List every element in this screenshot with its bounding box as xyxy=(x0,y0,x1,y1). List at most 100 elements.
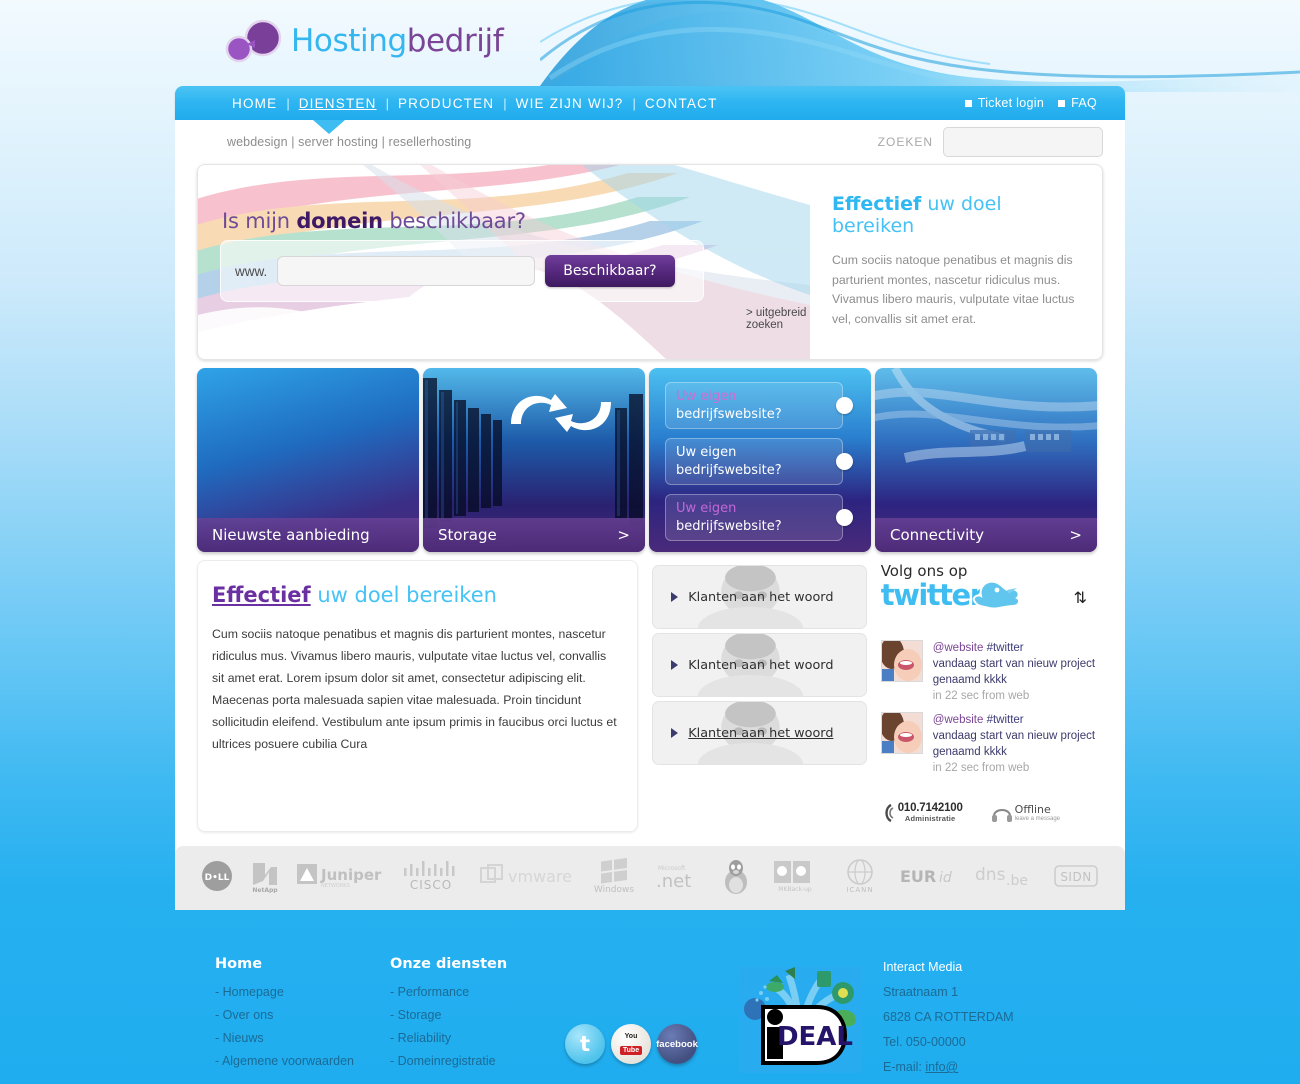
tweet-item: @website #twitter vandaag start van nieu… xyxy=(880,640,1103,704)
facebook-icon[interactable]: facebook xyxy=(656,1024,698,1064)
partner-logo-mkb-backup: MKBack-up xyxy=(768,859,822,897)
youtube-icon[interactable]: You Tube xyxy=(611,1024,651,1064)
feature-list-item-line1: Uw eigen xyxy=(676,445,737,460)
chevron-right-icon: > xyxy=(1069,526,1082,544)
search-label: ZOEKEN xyxy=(877,135,933,149)
svg-text:Juniper: Juniper xyxy=(320,866,382,884)
advanced-search-link[interactable]: > uitgebreid zoeken xyxy=(746,307,810,331)
hero-title-bold: domein xyxy=(296,209,383,233)
tweet-handle-name: @website xyxy=(932,714,984,726)
article-panel: Effectief uw doel bereiken Cum sociis na… xyxy=(197,560,639,832)
tweet-handle-name: @website xyxy=(932,642,984,654)
feature-box-storage[interactable]: Storage > xyxy=(423,368,645,552)
molecule-icon xyxy=(225,19,281,63)
phone-badge[interactable]: 010.7142100 Administratie xyxy=(881,802,963,823)
header-decoration xyxy=(0,0,1300,92)
footer-link-nieuws[interactable]: - Nieuws xyxy=(215,1031,390,1045)
tweet-text: vandaag start van nieuw project genaamd … xyxy=(932,658,1096,686)
bullet-dot-icon xyxy=(836,453,853,470)
ticket-login-link[interactable]: Ticket login xyxy=(964,96,1044,110)
svg-text:NETWORKS: NETWORKS xyxy=(321,883,350,889)
chat-status-text: Offline xyxy=(1014,803,1051,816)
feature-list-item[interactable]: Uw eigen bedrijfswebsite? xyxy=(665,382,853,429)
bullet-square-icon xyxy=(964,99,972,107)
nav-item-producten[interactable]: PRODUCTEN xyxy=(389,96,503,111)
avatar xyxy=(880,640,923,682)
address-email-link[interactable]: info@ xyxy=(925,1060,958,1074)
main-navbar: HOME | DIENSTEN | PRODUCTEN | WIE ZIJN W… xyxy=(175,86,1125,120)
footer-link-performance[interactable]: - Performance xyxy=(390,985,565,999)
footer-link-storage[interactable]: - Storage xyxy=(390,1008,565,1022)
site-logo[interactable]: Hostingbedrijf xyxy=(225,14,504,68)
phone-number: 010.7142100 xyxy=(897,802,963,814)
sidn-logo-icon: SIDN xyxy=(1053,865,1098,887)
twitter-logo-row[interactable]: twitter ⇅ xyxy=(881,580,1103,632)
domain-search-form: www. Beschikbaar? xyxy=(220,240,704,302)
feature-list-item[interactable]: Uw eigen bedrijfswebsite? xyxy=(665,438,853,485)
nav-item-contact[interactable]: CONTACT xyxy=(636,96,727,111)
domain-input[interactable] xyxy=(277,256,536,286)
testimonial-label: Klanten aan het woord xyxy=(688,657,834,673)
headset-icon xyxy=(991,808,1012,822)
wave-graphic xyxy=(540,0,1300,92)
chat-status-badge[interactable]: Offline leave a message xyxy=(991,803,1060,823)
testimonial-item[interactable]: Klanten aan het woord xyxy=(652,701,867,765)
windows-logo-icon: Windows xyxy=(594,857,635,895)
partner-logo-linux xyxy=(721,858,751,898)
testimonial-item[interactable]: Klanten aan het woord xyxy=(652,565,867,629)
footer-link-algemene-voorwaarden[interactable]: - Algemene voorwaarden xyxy=(215,1054,390,1068)
svg-text:SIDN: SIDN xyxy=(1060,870,1091,884)
article-body: Cum sociis natoque penatibus et magnis d… xyxy=(212,627,617,751)
chevron-right-icon: > xyxy=(617,526,630,544)
breadcrumb[interactable]: webdesign | server hosting | resellerhos… xyxy=(227,135,471,149)
feature-list-item[interactable]: Uw eigen bedrijfswebsite? xyxy=(665,494,853,541)
tweet-body: @website #twitter vandaag start van nieu… xyxy=(933,712,1103,776)
youtube-icon-pill: Tube xyxy=(619,1045,643,1055)
phone-icon xyxy=(885,803,894,822)
icann-logo-icon: ICANN xyxy=(847,859,874,894)
svg-text:dns: dns xyxy=(975,865,1006,885)
chevron-right-icon xyxy=(671,728,679,738)
feature-box-connectivity[interactable]: Connectivity > xyxy=(875,368,1097,552)
partner-logo-vmware: vmware xyxy=(478,862,574,894)
hero-right-title: Effectief uw doel bereiken xyxy=(832,193,1076,237)
footer-link-over-ons[interactable]: - Over ons xyxy=(215,1008,390,1022)
svg-text:EUR: EUR xyxy=(900,867,936,886)
svg-text:vmware: vmware xyxy=(508,867,572,886)
avatar xyxy=(880,712,923,754)
search-area: ZOEKEN xyxy=(878,127,1103,157)
feature-box-nieuwste-aanbieding[interactable]: Nieuwste aanbieding xyxy=(197,368,419,552)
twitter-icon[interactable]: t xyxy=(565,1024,605,1064)
tweet-handle[interactable]: @website #twitter xyxy=(933,640,1103,656)
partner-logo-icann: ICANN xyxy=(838,858,882,898)
nav-item-diensten[interactable]: DIENSTEN xyxy=(290,96,386,111)
contact-badges: 010.7142100 Administratie Offline leave xyxy=(881,802,1103,823)
footer-link-reliability[interactable]: - Reliability xyxy=(390,1031,565,1045)
address-tel: Tel. 050-00000 xyxy=(883,1035,966,1049)
refresh-icon[interactable]: ⇅ xyxy=(1074,588,1087,608)
nav-item-wie-zijn-wij[interactable]: WIE ZIJN WIJ? xyxy=(507,96,633,111)
tweet-handle[interactable]: @website #twitter xyxy=(933,712,1103,728)
nav-item-home[interactable]: HOME xyxy=(223,96,286,111)
hero-title: Is mijn domein beschikbaar? xyxy=(222,209,526,233)
feature-list-item-line2: bedrijfswebsite? xyxy=(676,463,782,478)
footer-column-home: Home - Homepage - Over ons - Nieuws - Al… xyxy=(215,956,390,1084)
check-availability-button[interactable]: Beschikbaar? xyxy=(545,255,675,287)
faq-link[interactable]: FAQ xyxy=(1058,96,1097,110)
content-card: Is mijn domein beschikbaar? www. Beschik… xyxy=(175,164,1125,910)
search-input[interactable] xyxy=(943,127,1103,157)
svg-text:CISCO: CISCO xyxy=(409,878,451,892)
avatar-photo xyxy=(881,641,922,681)
tweet-meta: in 22 sec from web xyxy=(932,690,1030,702)
feature-list: Uw eigen bedrijfswebsite? Uw eigen bedri… xyxy=(665,382,853,550)
footer-link-homepage[interactable]: - Homepage xyxy=(215,985,390,999)
site-footer: Home - Homepage - Over ons - Nieuws - Al… xyxy=(175,938,1125,1084)
feature-list-item-line2: bedrijfswebsite? xyxy=(676,407,782,422)
dotnet-logo-icon: Microsoft .net xyxy=(656,865,691,892)
testimonial-item[interactable]: Klanten aan het woord xyxy=(652,633,867,697)
hero-right-title-bold: Effectief xyxy=(832,193,922,215)
eurid-logo-icon: EUR id xyxy=(900,867,952,886)
refresh-arrows-icon xyxy=(511,394,611,432)
ideal-logo-icon: DEAL xyxy=(739,967,861,1073)
footer-link-domeinregistratie[interactable]: - Domeinregistratie xyxy=(390,1054,565,1068)
